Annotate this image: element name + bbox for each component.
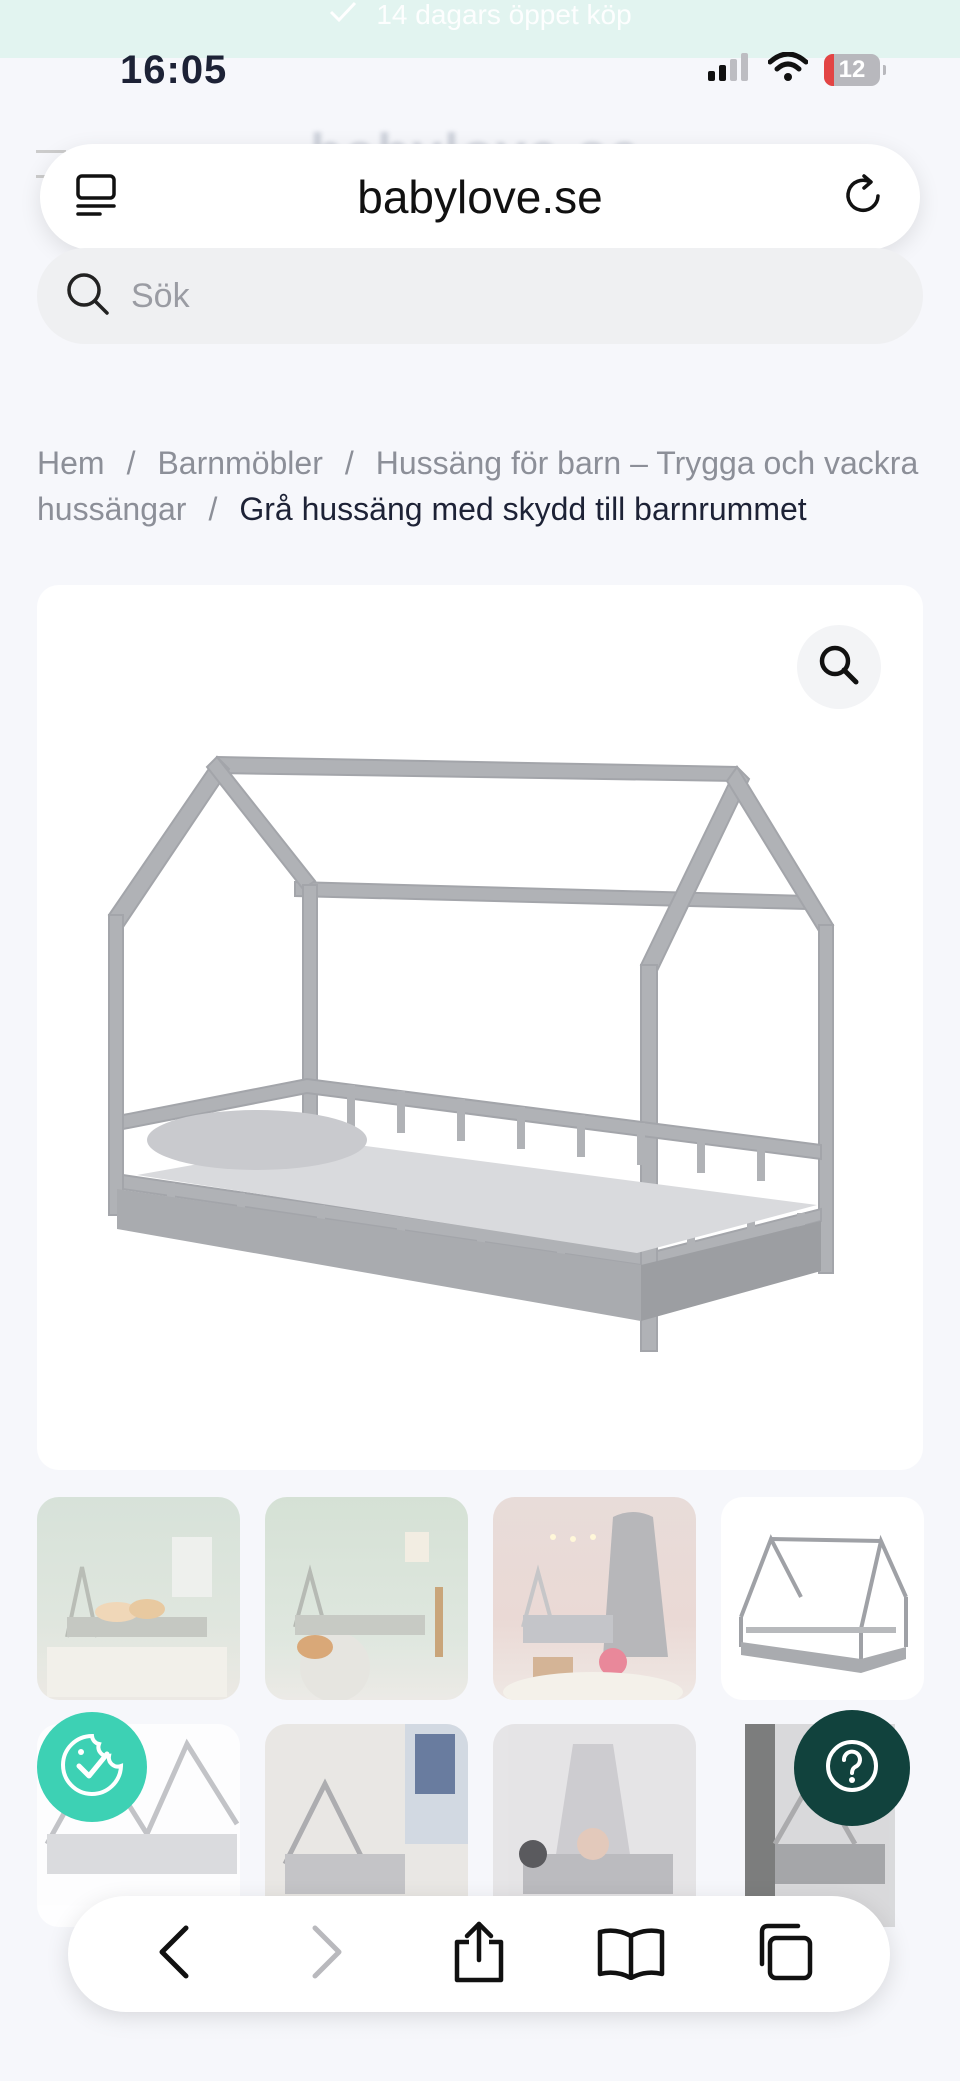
tabs-button[interactable] xyxy=(744,1914,824,1994)
cookie-settings-button[interactable] xyxy=(37,1712,147,1822)
search-icon xyxy=(65,271,111,322)
breadcrumb-separator: / xyxy=(208,491,218,527)
breadcrumb-barnmobler[interactable]: Barnmöbler xyxy=(157,445,322,481)
share-icon xyxy=(451,1920,507,1989)
zoom-button[interactable] xyxy=(797,625,881,709)
status-icons: 12 xyxy=(708,51,886,87)
bookmarks-button[interactable] xyxy=(591,1914,671,1994)
breadcrumb: Hem / Barnmöbler / Hussäng för barn – Trygga… xyxy=(37,440,927,532)
forward-icon xyxy=(307,1924,347,1985)
breadcrumb-separator: / xyxy=(344,445,354,481)
reload-icon[interactable] xyxy=(840,172,886,223)
thumbnail-3[interactable] xyxy=(493,1497,696,1700)
magnifier-icon xyxy=(816,642,862,693)
breadcrumb-separator: / xyxy=(126,445,136,481)
back-icon xyxy=(154,1924,194,1985)
question-icon xyxy=(822,1736,882,1801)
check-icon xyxy=(328,0,358,31)
address-bar[interactable]: babylove.se xyxy=(40,144,920,250)
tabs-icon xyxy=(754,1922,814,1987)
product-main-image[interactable] xyxy=(37,585,923,1470)
house-bed-illustration xyxy=(107,755,835,1352)
thumbnail-2-image xyxy=(293,1532,443,1700)
search-input[interactable]: Sök xyxy=(37,248,923,344)
help-chat-button[interactable] xyxy=(794,1710,910,1826)
thumbnail-1[interactable] xyxy=(37,1497,240,1700)
forward-button[interactable] xyxy=(287,1914,367,1994)
battery-indicator: 12 xyxy=(824,53,886,86)
thumbnail-1-image xyxy=(47,1537,227,1697)
status-time: 16:05 xyxy=(120,48,228,92)
browser-toolbar xyxy=(68,1896,890,2012)
bookmarks-icon xyxy=(596,1924,666,1985)
back-button[interactable] xyxy=(134,1914,214,1994)
thumbnail-4-image xyxy=(739,1534,908,1673)
wifi-icon xyxy=(767,51,809,87)
thumbnail-3-image xyxy=(503,1512,683,1700)
cookie-check-icon xyxy=(57,1730,127,1805)
url-text[interactable]: babylove.se xyxy=(357,170,603,224)
search-placeholder: Sök xyxy=(131,276,190,315)
breadcrumb-home[interactable]: Hem xyxy=(37,445,105,481)
breadcrumb-current: Grå hussäng med skydd till barnrummet xyxy=(239,491,807,527)
page-menu-icon[interactable] xyxy=(74,172,120,223)
share-button[interactable] xyxy=(439,1914,519,1994)
signal-icon xyxy=(708,53,752,86)
promo-text: 14 dagars öppet köp xyxy=(376,0,632,30)
thumbnail-4-selected[interactable] xyxy=(721,1497,924,1700)
thumbnail-2[interactable] xyxy=(265,1497,468,1700)
bottom-fade xyxy=(0,2012,960,2081)
